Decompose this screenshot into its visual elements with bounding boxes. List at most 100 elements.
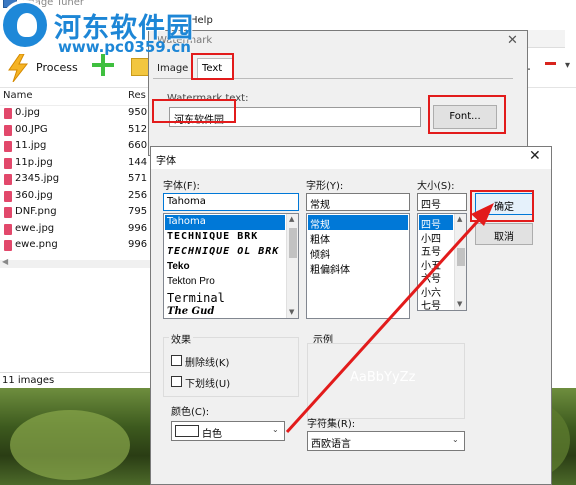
close-icon[interactable]: ✕ [507, 33, 518, 48]
file-res: 144 [128, 156, 148, 168]
size-input[interactable]: 四号 [417, 193, 467, 211]
size-list-item[interactable]: 七号 [419, 296, 453, 310]
file-row[interactable]: DNF.png 795 [0, 205, 150, 221]
file-name: 360.jpg [15, 189, 53, 201]
dropdown-arrow-icon[interactable]: ▾ [565, 60, 570, 71]
scroll-up-icon[interactable]: ▲ [289, 215, 294, 223]
font-list-item[interactable]: TECHNIQUE BRK [165, 230, 285, 245]
file-row[interactable]: ewe.jpg 996 [0, 222, 150, 238]
font-list-item[interactable]: Terminal [165, 290, 285, 305]
image-file-icon [4, 141, 12, 152]
charset-select[interactable]: 西欧语言 ⌄ [307, 431, 465, 451]
file-name: ewe.png [15, 239, 58, 250]
tab-image[interactable]: Image [157, 63, 188, 74]
image-file-icon [4, 174, 12, 185]
style-list-item[interactable]: 粗体 [308, 230, 408, 246]
font-list-scrollbar[interactable]: ▲ ▼ [286, 214, 298, 318]
font-list-item[interactable]: Teko [165, 260, 285, 275]
site-watermark: 河东软件园 www.pc0359.cn [0, 0, 220, 60]
column-res[interactable]: Res [128, 90, 146, 101]
strikeout-checkbox[interactable] [171, 355, 182, 366]
image-file-icon [4, 240, 12, 251]
file-name: 2345.jpg [15, 173, 60, 184]
scroll-thumb[interactable] [289, 228, 297, 258]
file-res: 996 [128, 222, 148, 234]
file-name: DNF.png [15, 206, 57, 217]
file-row[interactable]: 11.jpg 660 [0, 139, 150, 155]
chevron-down-icon: ⌄ [452, 435, 459, 444]
file-name: 0.jpg [15, 107, 41, 118]
annotation-box-ok-button [470, 190, 534, 222]
font-name-input[interactable]: Tahoma [163, 193, 299, 211]
scroll-thumb[interactable] [457, 248, 465, 266]
file-res: 660 [128, 140, 148, 151]
status-text: 11 images [2, 375, 55, 386]
font-list[interactable]: ▲ ▼ Tahoma TECHNIQUE BRK TECHNIQUE OL BRK T… [163, 213, 299, 319]
horizontal-scrollbar[interactable]: ◀ [0, 257, 150, 268]
file-res: 950 [128, 107, 148, 118]
cancel-button[interactable]: 取消 [475, 223, 533, 245]
style-list[interactable]: 常规 粗体 倾斜 粗偏斜体 [306, 213, 410, 319]
image-file-icon [4, 223, 12, 235]
status-bar: 11 images [0, 372, 150, 388]
logo-url: www.pc0359.cn [58, 38, 191, 56]
image-file-icon [4, 157, 12, 169]
file-row[interactable]: ewe.png 996 [0, 238, 150, 254]
font-list-item[interactable]: The Gud [165, 305, 285, 318]
font-list-item[interactable]: TECHNIQUE OL BRK [165, 245, 285, 260]
style-input[interactable]: 常规 [306, 193, 410, 211]
font-list-item[interactable]: Tekton Pro [165, 275, 285, 290]
process-label: Process [36, 61, 78, 74]
file-name: 11p.jpg [15, 156, 53, 168]
scroll-left-icon[interactable]: ◀ [2, 257, 8, 266]
effects-group [163, 337, 299, 397]
color-value: 白色 [202, 429, 222, 440]
file-res: 512 [128, 123, 148, 135]
color-select[interactable]: 白色 ⌄ [171, 421, 285, 441]
file-res: 256 [128, 189, 148, 201]
image-file-icon [4, 207, 12, 218]
scroll-down-icon[interactable]: ▼ [289, 308, 294, 316]
preview-leaf [10, 410, 130, 480]
size-list-scrollbar[interactable]: ▲ ▼ [454, 214, 466, 310]
color-label: 颜色(C): [171, 407, 210, 418]
minus-icon[interactable] [545, 62, 556, 65]
effects-label: 效果 [169, 331, 193, 346]
file-name: ewe.jpg [15, 222, 55, 234]
file-row[interactable]: 0.jpg 950 [0, 106, 150, 122]
file-row[interactable]: 00.JPG 512 [0, 123, 150, 139]
image-file-icon [4, 108, 12, 119]
logo-icon [0, 0, 50, 50]
file-name: 00.JPG [15, 123, 48, 135]
scroll-down-icon[interactable]: ▼ [457, 300, 462, 308]
style-list-item[interactable]: 常规 [308, 215, 408, 231]
font-dialog-titlebar: 字体 ✕ [151, 147, 551, 169]
strikeout-label: 删除线(K) [185, 358, 230, 369]
charset-label: 字符集(R): [307, 419, 356, 430]
file-res: 795 [128, 206, 148, 217]
charset-value: 西欧语言 [311, 439, 351, 450]
file-res: 996 [128, 239, 148, 250]
font-dialog-title: 字体 [156, 156, 176, 167]
chevron-down-icon: ⌄ [272, 425, 279, 434]
annotation-box-input [152, 99, 236, 123]
file-row[interactable]: 11p.jpg 144 [0, 156, 150, 172]
file-row[interactable]: 2345.jpg 571 [0, 172, 150, 188]
image-file-icon [4, 190, 12, 202]
file-row[interactable]: 360.jpg 256 [0, 189, 150, 205]
underline-checkbox[interactable] [171, 376, 182, 387]
file-res: 571 [128, 173, 148, 184]
size-list[interactable]: ▲ ▼ 四号 小四 五号 小五 六号 小六 七号 [417, 213, 467, 311]
column-name[interactable]: Name [3, 90, 33, 101]
sample-text: AaBbYyZz [350, 370, 416, 385]
image-file-icon [4, 124, 12, 136]
annotation-box-font-button [428, 95, 506, 134]
style-list-item[interactable]: 粗偏斜体 [308, 260, 408, 276]
scroll-up-icon[interactable]: ▲ [457, 215, 462, 223]
file-list-header: Name Res [0, 88, 150, 106]
font-list-item[interactable]: Tahoma [165, 215, 285, 230]
file-name: 11.jpg [15, 140, 47, 151]
style-list-item[interactable]: 倾斜 [308, 245, 408, 261]
close-icon[interactable]: ✕ [529, 148, 541, 164]
underline-label: 下划线(U) [185, 379, 231, 390]
